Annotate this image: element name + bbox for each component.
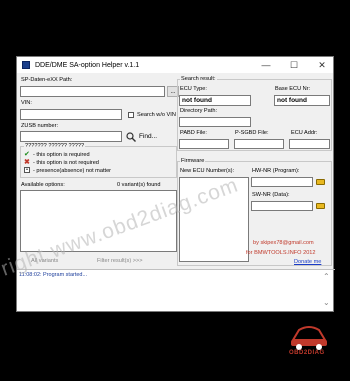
base-ecu-label: Base ECU Nr: (275, 86, 311, 92)
window-title: DDE/DME SA-option Helper v.1.1 (35, 61, 140, 69)
log-scroll-up-icon[interactable]: ⌃ (323, 272, 330, 281)
search-result-title: Search result: (180, 76, 217, 82)
presence-dot-icon: • (24, 167, 30, 173)
sp-daten-label: SP-Daten-eXX Path: (21, 77, 73, 83)
filter-result-button[interactable]: Filter result(s) >>> (97, 258, 143, 264)
donate-link[interactable]: Donate me (294, 259, 321, 265)
minimize-button[interactable]: — (253, 57, 279, 73)
pabd-file-label: PABD File: (180, 130, 207, 136)
new-ecu-numbers-label: New ECU Number(s): (180, 168, 235, 174)
psgbd-file-field (234, 139, 284, 149)
magnifier-icon (126, 131, 136, 142)
search-without-vin-checkbox[interactable] (128, 112, 134, 118)
legend-title: ??????? ?????? ????? (24, 143, 86, 149)
sw-nr-field[interactable] (251, 201, 313, 211)
app-icon (22, 61, 30, 69)
variants-found-label: 0 variant(s) found (117, 182, 161, 188)
psgbd-file-label: P-SGBD File: (235, 130, 269, 136)
close-button[interactable]: ✕ (309, 57, 335, 73)
legend-presence: - presence(absence) not matter (33, 168, 112, 174)
ecu-type-label: ECU Type: (180, 86, 207, 92)
vin-field[interactable] (20, 109, 122, 120)
zusb-field[interactable] (20, 131, 122, 142)
legend-not-required: - this option is not required (33, 160, 99, 166)
log-area[interactable]: 11:08:02: Program started... ⌃ ⌄ (17, 270, 333, 311)
logo-text: OBD2DIAG (289, 350, 325, 356)
required-check-icon: ✔ (24, 151, 30, 158)
brand-logo: OBD2DIAG (285, 316, 333, 360)
directory-path-label: Directory Path: (180, 108, 217, 114)
ecu-type-value: not found (179, 95, 251, 106)
sw-nr-label: SW-NR (Data): (252, 192, 290, 198)
legend-required: - this option is required (33, 152, 90, 158)
find-button[interactable]: Find... (126, 130, 176, 143)
app-window: DDE/DME SA-option Helper v.1.1 — ☐ ✕ SP-… (16, 56, 335, 312)
sp-daten-path-field[interactable] (20, 86, 165, 97)
directory-path-field (179, 117, 251, 127)
available-options-label: Available options: (21, 182, 65, 188)
vin-label: VIN: (21, 100, 32, 106)
search-without-vin-label: Search w/o VIN (137, 112, 176, 118)
not-required-cross-icon: ✖ (24, 159, 30, 166)
pabd-file-field (179, 139, 229, 149)
credit-site: for BMWTOOLS.INFO 2012 (246, 250, 316, 256)
maximize-button[interactable]: ☐ (281, 57, 307, 73)
sw-nr-folder-icon[interactable] (316, 203, 325, 209)
title-bar: DDE/DME SA-option Helper v.1.1 — ☐ ✕ (17, 57, 333, 73)
base-ecu-value: not found (274, 95, 330, 106)
firmware-title: Firmware (180, 158, 206, 164)
ecu-addr-label: ECU Addr: (291, 130, 318, 136)
log-scroll-down-icon[interactable]: ⌄ (323, 298, 330, 307)
credit-email: by skipex78@gmail.com (253, 240, 314, 246)
zusb-label: ZUSB number: (21, 123, 58, 129)
find-label: Find... (139, 133, 158, 140)
hw-nr-folder-icon[interactable] (316, 179, 325, 185)
